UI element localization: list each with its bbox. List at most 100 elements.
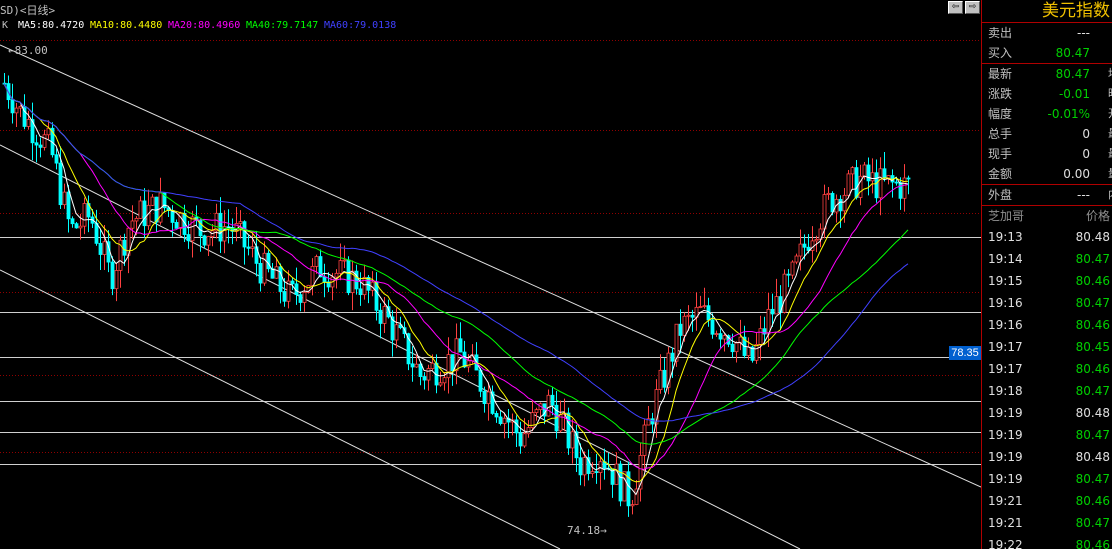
candle-body — [546, 394, 551, 417]
candle-body — [262, 252, 267, 284]
candle-body — [522, 433, 527, 447]
candle-body — [682, 315, 687, 336]
candle-body — [174, 222, 179, 229]
quote-label: 总手 — [988, 127, 1013, 141]
quote-value: --- — [1077, 26, 1090, 40]
candle-body — [78, 225, 83, 229]
candle-body — [774, 296, 779, 315]
trade-price: 80.46 — [1075, 318, 1110, 332]
candle-body — [462, 351, 467, 368]
candle-body — [94, 222, 99, 244]
instrument-title: 美元指数 — [982, 0, 1112, 23]
ma-legend-item: MA5:80.4720 — [18, 20, 84, 31]
kline-chart-area[interactable]: SD)<日线> K MA5:80.4720 MA10:80.4480 MA20:80.… — [0, 0, 981, 549]
candle-body — [850, 167, 855, 175]
candle-body — [102, 241, 107, 255]
kline-chart[interactable]: SD)<日线> K MA5:80.4720 MA10:80.4480 MA20:80.… — [0, 0, 981, 549]
quote-panel: 美元指数 卖出 --- 买入 80.47 最新 80.47 均涨跌 -0.01 昨幅度 -0.01… — [981, 0, 1112, 549]
candle-body — [426, 368, 431, 381]
trade-row: 19:17 80.45 — [982, 336, 1112, 358]
candle-body — [754, 344, 759, 361]
quote-value: 80.47 — [1055, 46, 1090, 60]
trade-time: 19:19 — [988, 450, 1023, 464]
candle-body — [802, 243, 807, 248]
trade-price: 80.48 — [1075, 450, 1110, 464]
candle-body — [346, 259, 351, 294]
candle-body — [114, 270, 119, 290]
trade-row: 19:13 80.48 — [982, 226, 1112, 248]
quote-row: 现手 0 最 — [982, 144, 1112, 164]
quote-extra-label: 均 — [1108, 64, 1112, 84]
candle-body — [70, 218, 75, 225]
quote-row: 买入 80.47 — [982, 43, 1112, 64]
candle-body — [10, 99, 15, 114]
low-price-marker: 74.18→ — [567, 524, 607, 537]
candle-body — [710, 319, 715, 335]
candle-body — [246, 246, 251, 249]
quote-row: 卖出 --- — [982, 23, 1112, 43]
trade-time: 19:17 — [988, 362, 1023, 376]
candle-body — [630, 504, 635, 507]
ma-line-ma20 — [3, 83, 909, 470]
scroll-right-button[interactable]: ⇨ — [965, 1, 980, 14]
chart-labels: SD)<日线> K MA5:80.4720 MA10:80.4480 MA20:80.… — [0, 3, 607, 537]
ma-line-ma10 — [3, 83, 909, 483]
candle-body — [62, 191, 67, 206]
candle-body — [714, 333, 719, 336]
trade-price: 80.47 — [1075, 472, 1110, 486]
candle-body — [38, 144, 43, 148]
quote-value: 0.00 — [1063, 167, 1090, 181]
candle-body — [814, 239, 819, 242]
candle-body — [458, 338, 463, 353]
candle-body — [650, 418, 655, 425]
trend-line — [0, 269, 561, 549]
trades-list[interactable]: 19:13 80.48 19:14 80.47 19:15 80.46 19:16 80.47… — [982, 226, 1112, 549]
candle-body — [782, 273, 787, 313]
trade-time: 19:17 — [988, 340, 1023, 354]
candle-body — [590, 471, 595, 474]
candle-body — [278, 266, 283, 292]
candle-body — [34, 142, 39, 146]
candle-body — [266, 252, 271, 270]
trade-time: 19:15 — [988, 274, 1023, 288]
candle-body — [494, 413, 499, 418]
scroll-left-button[interactable]: ⇦ — [948, 1, 963, 14]
candle-body — [138, 200, 143, 219]
candle-body — [378, 309, 383, 324]
candle-body — [718, 333, 723, 340]
candle-body — [526, 427, 531, 435]
candle-body — [550, 394, 555, 406]
quote-label: 外盘 — [988, 188, 1013, 202]
candle-body — [442, 377, 447, 384]
trade-time: 19:19 — [988, 406, 1023, 420]
trade-time: 19:22 — [988, 538, 1023, 549]
candle-body — [906, 177, 911, 180]
candle-body — [642, 424, 647, 456]
candle-body — [894, 181, 899, 184]
trade-row: 19:16 80.47 — [982, 292, 1112, 314]
candle-body — [334, 272, 339, 278]
candle-body — [786, 273, 791, 276]
chart-title: SD)<日线> — [0, 3, 55, 17]
trade-row: 19:18 80.47 — [982, 380, 1112, 402]
quote-value: 80.47 — [1055, 67, 1090, 81]
trade-price: 80.46 — [1075, 274, 1110, 288]
quote-label: 涨跌 — [988, 87, 1013, 101]
candle-body — [374, 281, 379, 311]
trade-row: 19:21 80.47 — [982, 512, 1112, 534]
candle-body — [238, 221, 243, 224]
candle-body — [410, 363, 415, 368]
quote-value: 0 — [1082, 147, 1090, 161]
candle-body — [670, 352, 675, 362]
quote-extra-label: 昨 — [1108, 84, 1112, 104]
trade-time: 19:16 — [988, 296, 1023, 310]
candle-body — [502, 417, 507, 424]
quote-extra-label: 开 — [1108, 104, 1112, 124]
candle-body — [466, 360, 471, 368]
candle-body — [746, 346, 751, 356]
candle-body — [302, 291, 307, 303]
candle-body — [770, 308, 775, 315]
quote-label: 买入 — [988, 46, 1013, 60]
quote-extra-label: 量 — [1108, 164, 1112, 184]
candle-body — [418, 363, 423, 377]
